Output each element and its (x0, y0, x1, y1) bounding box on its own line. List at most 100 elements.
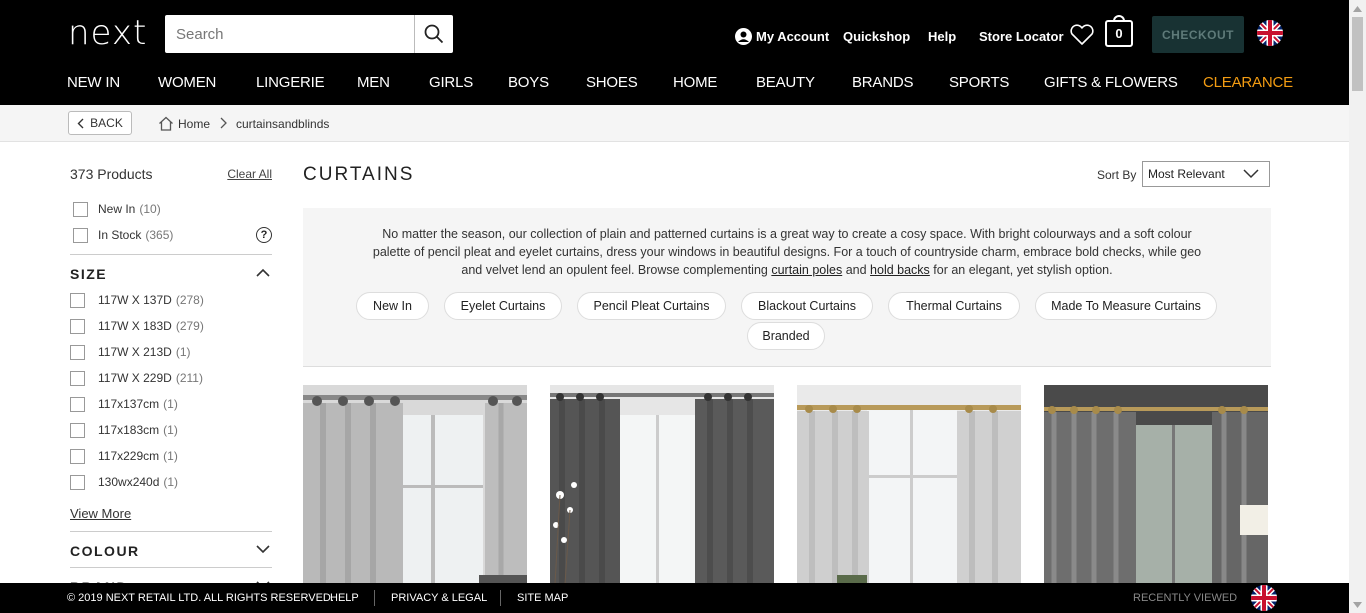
size-label: 117W X 183D (98, 319, 172, 333)
checkbox[interactable] (70, 292, 85, 308)
footer-sitemap-link[interactable]: SITE MAP (517, 592, 568, 604)
size-label: 117x183cm (98, 423, 160, 437)
footer-divider (374, 590, 375, 606)
checkbox[interactable] (70, 396, 85, 412)
home-icon (159, 116, 173, 131)
size-label: 117x229cm (98, 449, 160, 463)
size-label: 117W X 137D (98, 293, 172, 307)
nav-new-in[interactable]: NEW IN (67, 74, 120, 91)
pill-blackout-curtains[interactable]: Blackout Curtains (741, 292, 873, 320)
size-count: (1) (163, 449, 178, 463)
size-count: (1) (163, 397, 178, 411)
search-icon (424, 24, 444, 44)
checkbox[interactable] (73, 201, 88, 217)
size-option[interactable]: 117W X 213D (1) (70, 344, 191, 360)
pill-new-in[interactable]: New In (356, 292, 429, 320)
favourites-heart-icon[interactable] (1069, 24, 1095, 46)
nav-sports[interactable]: SPORTS (949, 74, 1009, 91)
filter-in-stock[interactable]: In Stock (365) (73, 227, 173, 243)
size-option[interactable]: 117x137cm (1) (70, 396, 178, 412)
breadcrumb-home-link[interactable]: Home (178, 117, 210, 131)
nav-beauty[interactable]: BEAUTY (756, 74, 815, 91)
footer-privacy-link[interactable]: PRIVACY & LEGAL (391, 592, 487, 604)
size-option[interactable]: 130wx240d (1) (70, 474, 178, 490)
pill-eyelet-curtains[interactable]: Eyelet Curtains (444, 292, 562, 320)
product-count: 373 Products (70, 166, 153, 182)
product-tile-image[interactable] (550, 385, 774, 584)
nav-gifts-flowers[interactable]: GIFTS & FLOWERS (1044, 74, 1178, 91)
curtain-poles-link[interactable]: curtain poles (771, 263, 842, 277)
checkbox[interactable] (70, 474, 85, 490)
my-account-link[interactable]: My Account (756, 29, 829, 44)
size-option[interactable]: 117W X 229D (211) (70, 370, 203, 386)
recently-viewed-link[interactable]: RECENTLY VIEWED (1133, 592, 1237, 604)
checkbox[interactable] (70, 318, 85, 334)
pill-made-to-measure-curtains[interactable]: Made To Measure Curtains (1035, 292, 1217, 320)
description-text: No matter the season, our collection of … (363, 225, 1211, 279)
quickshop-link[interactable]: Quickshop (843, 29, 910, 44)
uk-flag-icon[interactable] (1251, 585, 1277, 611)
help-link[interactable]: Help (928, 29, 956, 44)
checkbox[interactable] (70, 344, 85, 360)
breadcrumb-current: curtainsandblinds (236, 117, 330, 131)
main-nav: NEW IN WOMEN LINGERIE MEN GIRLS BOYS SHO… (0, 74, 1349, 96)
back-button[interactable]: BACK (68, 111, 132, 135)
size-option[interactable]: 117W X 183D (279) (70, 318, 204, 334)
size-option[interactable]: 117x229cm (1) (70, 448, 178, 464)
page: next My Account Quickshop Help Store Loc… (0, 0, 1366, 613)
scroll-down-arrow-icon[interactable] (1349, 596, 1366, 613)
filter-new-in[interactable]: New In (10) (73, 201, 161, 217)
uk-flag-icon[interactable] (1257, 20, 1283, 46)
search-button[interactable] (414, 15, 453, 53)
description-and: and (845, 263, 867, 277)
chevron-left-icon (77, 118, 84, 128)
product-tile-image[interactable] (1044, 385, 1268, 584)
help-question-icon[interactable]: ? (256, 227, 272, 243)
view-more-sizes-link[interactable]: View More (70, 506, 131, 521)
search-input[interactable] (165, 15, 414, 53)
sort-select[interactable]: Most Relevant (1142, 161, 1270, 187)
curtain-product-image (550, 385, 774, 584)
nav-shoes[interactable]: SHOES (586, 74, 638, 91)
filter-count: (365) (145, 228, 174, 242)
scroll-up-arrow-icon[interactable] (1349, 0, 1366, 17)
footer-help-link[interactable]: HELP (330, 592, 359, 604)
filter-label: In Stock (98, 228, 142, 242)
site-header: next My Account Quickshop Help Store Loc… (0, 0, 1349, 105)
pill-thermal-curtains[interactable]: Thermal Curtains (888, 292, 1020, 320)
hold-backs-link[interactable]: hold backs (870, 263, 930, 277)
nav-men[interactable]: MEN (357, 74, 390, 91)
chevron-down-icon (256, 545, 270, 554)
scrollbar-thumb[interactable] (1352, 17, 1363, 91)
product-tile-image[interactable] (797, 385, 1021, 584)
size-option[interactable]: 117x183cm (1) (70, 422, 178, 438)
curtain-product-image (303, 385, 527, 584)
pill-pencil-pleat-curtains[interactable]: Pencil Pleat Curtains (577, 292, 726, 320)
shopping-bag-button[interactable]: 0 (1105, 20, 1133, 47)
nav-boys[interactable]: BOYS (508, 74, 549, 91)
next-logo[interactable]: next (68, 14, 147, 52)
chevron-up-icon (256, 268, 270, 277)
checkbox[interactable] (70, 448, 85, 464)
nav-women[interactable]: WOMEN (158, 74, 216, 91)
size-count: (1) (175, 345, 191, 359)
facet-size-header[interactable]: SIZE (70, 254, 272, 294)
clear-all-link[interactable]: Clear All (227, 167, 272, 181)
size-option[interactable]: 117W X 137D (278) (70, 292, 204, 308)
checkbox[interactable] (73, 227, 88, 243)
checkout-button[interactable]: CHECKOUT (1152, 16, 1244, 53)
nav-brands[interactable]: BRANDS (852, 74, 914, 91)
nav-girls[interactable]: GIRLS (429, 74, 473, 91)
account-icon (735, 28, 752, 45)
store-locator-link[interactable]: Store Locator (979, 29, 1064, 44)
nav-lingerie[interactable]: LINGERIE (256, 74, 325, 91)
nav-clearance[interactable]: CLEARANCE (1203, 74, 1293, 91)
pill-branded[interactable]: Branded (747, 322, 825, 350)
facet-colour-header[interactable]: COLOUR (70, 531, 272, 571)
checkbox[interactable] (70, 370, 85, 386)
product-tile-image[interactable] (303, 385, 527, 584)
curtain-product-image (797, 385, 1021, 584)
page-scrollbar[interactable] (1349, 0, 1366, 613)
nav-home[interactable]: HOME (673, 74, 717, 91)
checkbox[interactable] (70, 422, 85, 438)
